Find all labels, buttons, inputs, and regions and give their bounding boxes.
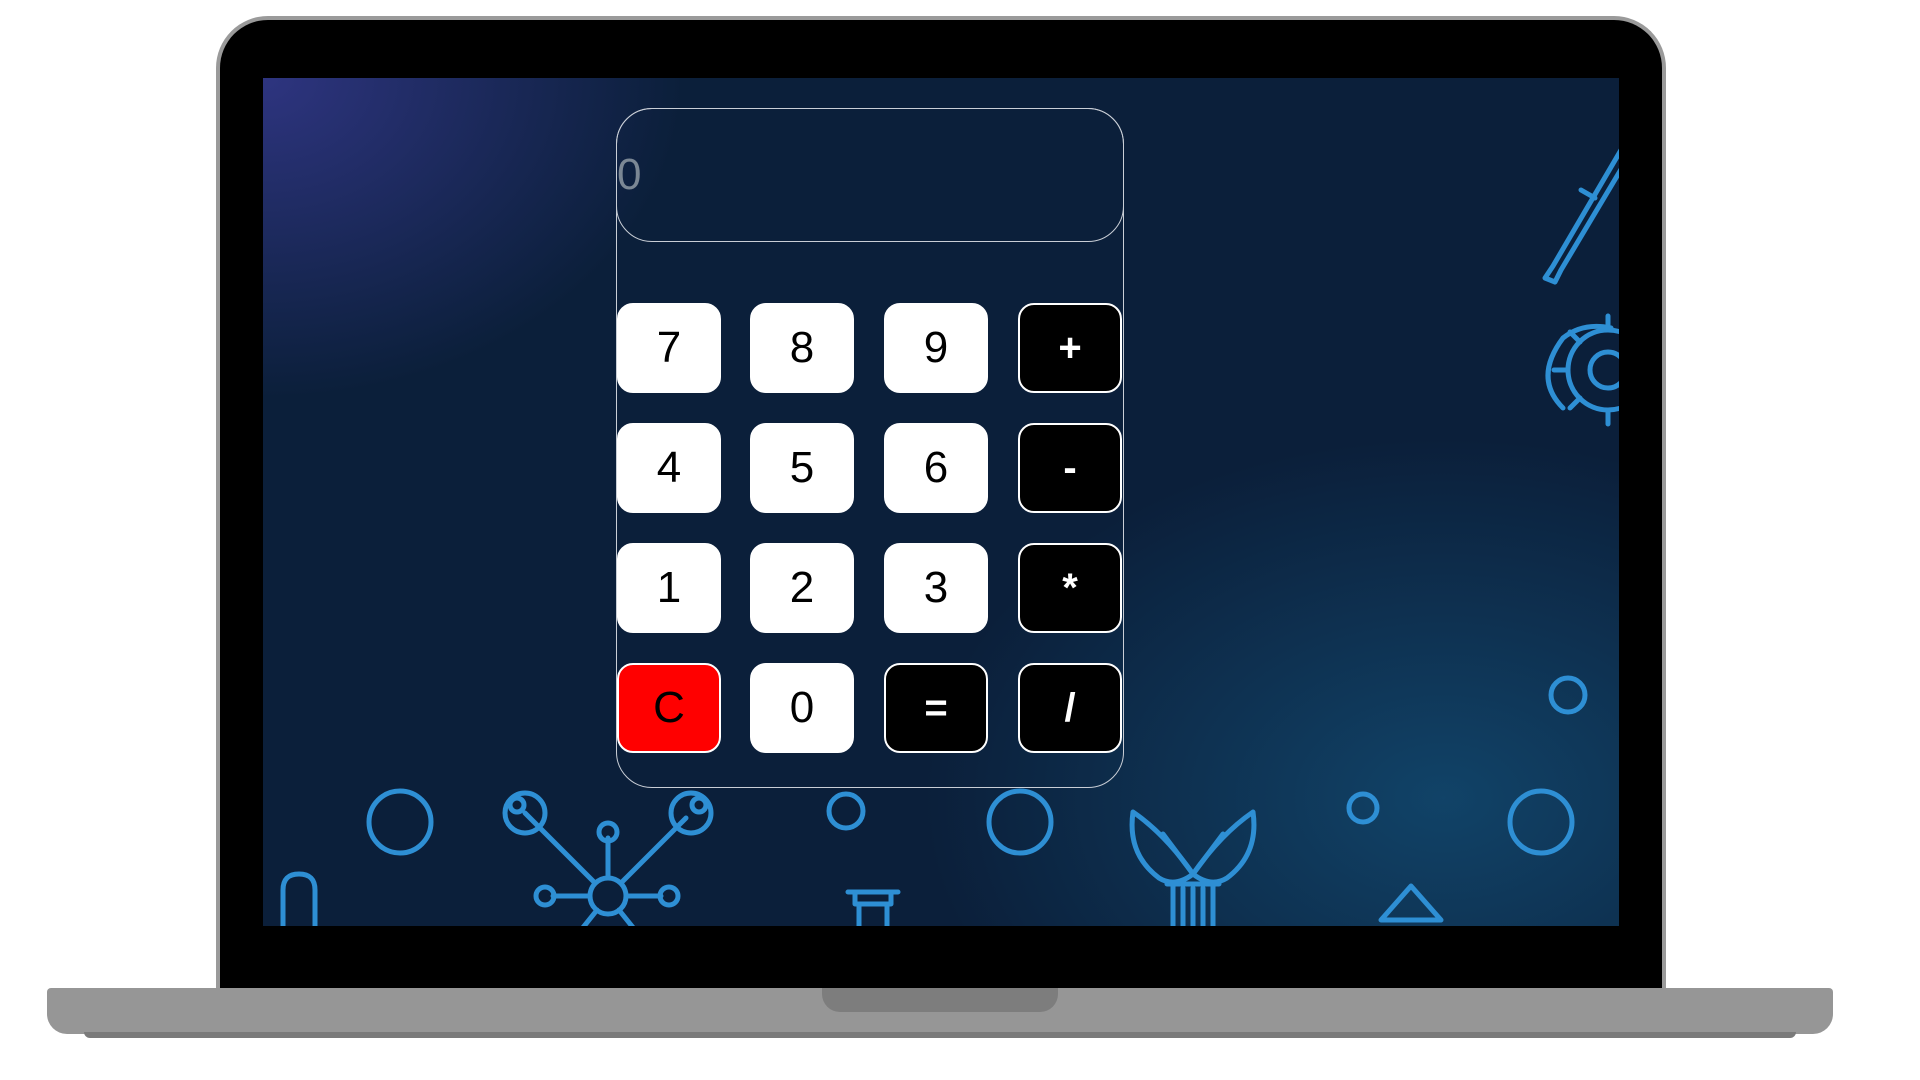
key-multiply[interactable]: *: [1018, 543, 1122, 633]
key-6[interactable]: 6: [884, 423, 988, 513]
key-3[interactable]: 3: [884, 543, 988, 633]
circle-icon: [986, 788, 1054, 856]
calculator: 7 8 9 + 4 5 6 - 1 2 3 * C 0 = /: [616, 108, 1124, 788]
key-0[interactable]: 0: [750, 663, 854, 753]
calculator-display[interactable]: [616, 108, 1124, 242]
sprout-icon: [1129, 809, 1257, 926]
key-equals[interactable]: =: [884, 663, 988, 753]
key-clear[interactable]: C: [617, 663, 721, 753]
gear-icon: [1545, 313, 1619, 427]
screen: 7 8 9 + 4 5 6 - 1 2 3 * C 0 = /: [263, 78, 1619, 926]
circle-icon: [1507, 788, 1575, 856]
arch-icon: [280, 871, 318, 926]
key-8[interactable]: 8: [750, 303, 854, 393]
molecule-icon: [502, 790, 714, 926]
key-5[interactable]: 5: [750, 423, 854, 513]
laptop-base-shadow: [84, 1032, 1796, 1038]
circle-icon: [826, 791, 866, 831]
key-1[interactable]: 1: [617, 543, 721, 633]
key-divide[interactable]: /: [1018, 663, 1122, 753]
laptop-mockup: 7 8 9 + 4 5 6 - 1 2 3 * C 0 = /: [0, 0, 1920, 1080]
circle-icon: [366, 788, 434, 856]
key-9[interactable]: 9: [884, 303, 988, 393]
key-add[interactable]: +: [1018, 303, 1122, 393]
circle-icon: [1548, 675, 1588, 715]
key-7[interactable]: 7: [617, 303, 721, 393]
laptop-notch: [822, 988, 1058, 1012]
key-subtract[interactable]: -: [1018, 423, 1122, 513]
circle-icon: [1346, 791, 1380, 825]
triangle-icon: [1378, 883, 1444, 923]
key-2[interactable]: 2: [750, 543, 854, 633]
key-4[interactable]: 4: [617, 423, 721, 513]
pen-icon: [1542, 148, 1619, 285]
flask-icon: [845, 889, 901, 926]
